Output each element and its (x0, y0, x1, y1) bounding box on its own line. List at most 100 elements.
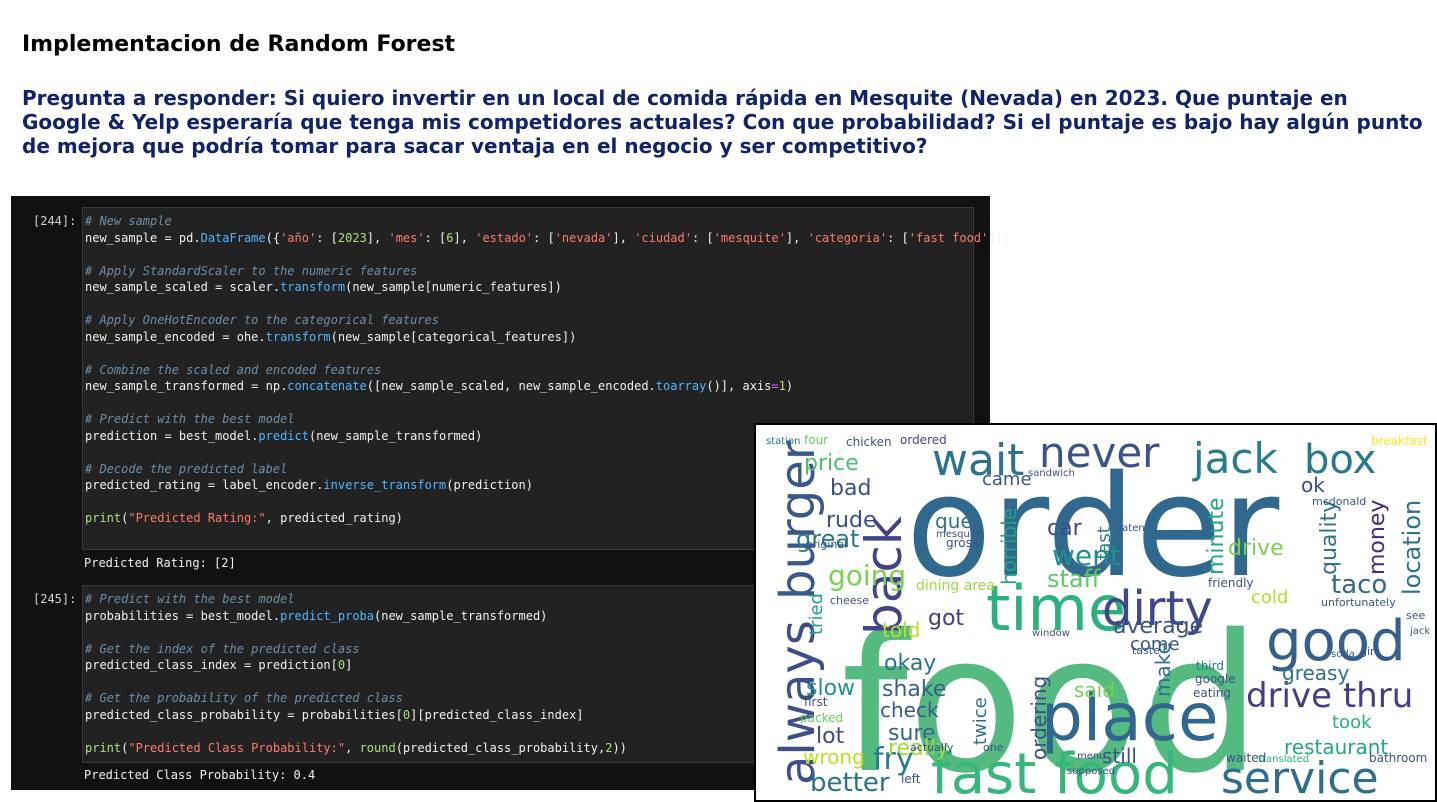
code-text: , (345, 740, 360, 755)
word-cloud-word: ordered (900, 433, 947, 447)
word-cloud-word: tried (806, 593, 827, 635)
code-function: predict_proba (280, 608, 374, 623)
code-operator: = (771, 379, 779, 393)
cell-output-245: Predicted Class Probability: 0.4 (84, 768, 316, 782)
word-cloud-word: bad (830, 476, 871, 501)
word-cloud-word: original (806, 538, 847, 551)
word-cloud-word: friendly (1208, 576, 1254, 590)
word-cloud-word: third (1196, 659, 1224, 673)
word-cloud-word: going (828, 559, 906, 592)
code-text: ], (453, 230, 476, 245)
code-text: ) (785, 379, 794, 393)
code-text: (new_sample[numeric_features]) (345, 280, 562, 294)
word-cloud-image: food order time place good fast food service al… (754, 423, 1437, 802)
code-text: , predicted_rating) (265, 511, 403, 525)
code-number: 6 (446, 230, 454, 245)
word-cloud-word: window (1032, 628, 1070, 639)
word-cloud-word: twice (970, 697, 991, 745)
code-text: ][predicted_class_index] (410, 707, 584, 722)
word-cloud-word: came (982, 469, 1032, 490)
word-cloud-word: price (804, 451, 859, 476)
code-text: ()], axis (706, 379, 772, 393)
word-cloud-word: four (804, 433, 828, 447)
word-cloud-word: packed (800, 711, 843, 725)
code-comment: # Predict with the best model (85, 592, 295, 606)
code-string: "Predicted Class Probability:" (128, 740, 346, 755)
code-comment: # Apply OneHotEncoder to the categorical… (85, 313, 440, 327)
code-text: (predicted_class_probability, (395, 740, 606, 755)
word-cloud-word: one (983, 741, 1004, 754)
code-comment: # Predict with the best model (85, 412, 295, 426)
code-text: (prediction) (446, 478, 533, 492)
word-cloud-word: told (882, 618, 920, 642)
word-cloud-word: soda (1331, 649, 1355, 660)
word-cloud-word: fast food (931, 742, 1178, 800)
code-string: 'mesquite' (713, 230, 786, 245)
code-comment: # Get the probability of the predicted c… (85, 691, 403, 705)
code-text: ], (785, 230, 808, 245)
word-cloud-word: drive (1228, 536, 1284, 561)
word-cloud-word: unfortunately (1321, 596, 1396, 609)
code-text: ]}) (988, 230, 1010, 245)
code-comment: # New sample (85, 214, 172, 228)
word-cloud-word: menu (1077, 751, 1106, 762)
code-text: : [ (691, 230, 714, 245)
word-cloud-word: cheese (830, 594, 869, 607)
word-cloud-word: actually (910, 741, 954, 754)
word-cloud-word: minute (1204, 497, 1229, 575)
code-function: toarray (655, 379, 707, 393)
code-text: : [ (533, 230, 555, 245)
code-text: : [ (424, 230, 447, 245)
code-text: new_sample_transformed = np. (85, 379, 288, 393)
word-cloud-word: staff (1047, 565, 1101, 593)
code-text: new_sample_scaled = scaler. (85, 280, 281, 294)
code-text: predicted_rating = label_encoder. (85, 478, 324, 492)
code-string: 'categoria' (807, 230, 888, 245)
word-cloud-word: jack (1409, 626, 1430, 637)
code-text: ([new_sample_scaled, new_sample_encoded. (366, 379, 656, 393)
word-cloud-word: left (901, 772, 921, 786)
word-cloud-word: said (1074, 678, 1115, 702)
word-cloud-word: quality (1317, 500, 1342, 575)
code-builtin: print (85, 511, 122, 525)
word-cloud-word: still (1102, 744, 1137, 768)
code-number: 1 (778, 379, 786, 393)
word-cloud-word: eaten (1116, 523, 1145, 534)
word-cloud-word: eating (1193, 686, 1231, 700)
code-string: 'estado' (475, 230, 534, 245)
code-text: : [ (316, 230, 338, 245)
word-cloud-word: chicken (846, 435, 892, 449)
code-text: ] (345, 658, 353, 672)
word-cloud-word: girl (1360, 645, 1378, 658)
word-cloud-word: see (1406, 609, 1425, 622)
code-text: probabilities = best_model. (85, 608, 281, 623)
word-cloud-word: supposed (1067, 766, 1115, 777)
code-text: : [ (887, 230, 909, 245)
word-cloud-word: money (1365, 500, 1390, 575)
word-cloud-word: taste (1132, 644, 1160, 657)
code-function: DataFrame (200, 230, 266, 245)
code-text: prediction = best_model. (85, 428, 259, 443)
cell-prompt-244: [244]: (33, 214, 77, 228)
word-cloud-word: ordering (1027, 676, 1051, 760)
code-text: predicted_class_probability = probabilit… (85, 707, 403, 722)
code-text: (new_sample[categorical_features]) (330, 329, 577, 344)
word-cloud-word: horrible (997, 508, 1021, 585)
code-number: 2023 (337, 230, 367, 245)
cell-output-244: Predicted Rating: [2] (84, 556, 236, 570)
code-text: (new_sample_transformed) (374, 608, 548, 623)
code-string: 'mes' (388, 230, 425, 245)
word-cloud-word: car (1047, 516, 1083, 541)
code-text: new_sample_encoded = ohe. (85, 329, 266, 344)
code-comment: # Decode the predicted label (85, 461, 288, 476)
word-cloud-word: google (1195, 672, 1236, 686)
word-cloud-word: cold (1251, 587, 1288, 608)
code-comment: # Apply StandardScaler to the numeric fe… (85, 263, 418, 278)
word-cloud-word: greasy (1282, 661, 1349, 685)
word-cloud-word: mcdonald (1312, 495, 1366, 508)
code-string: 'año' (280, 230, 317, 245)
code-text: )) (612, 740, 627, 755)
code-string: 'fast food' (908, 230, 989, 245)
code-builtin: round (359, 740, 396, 755)
question-text: Pregunta a responder: Si quiero invertir… (22, 86, 1423, 158)
